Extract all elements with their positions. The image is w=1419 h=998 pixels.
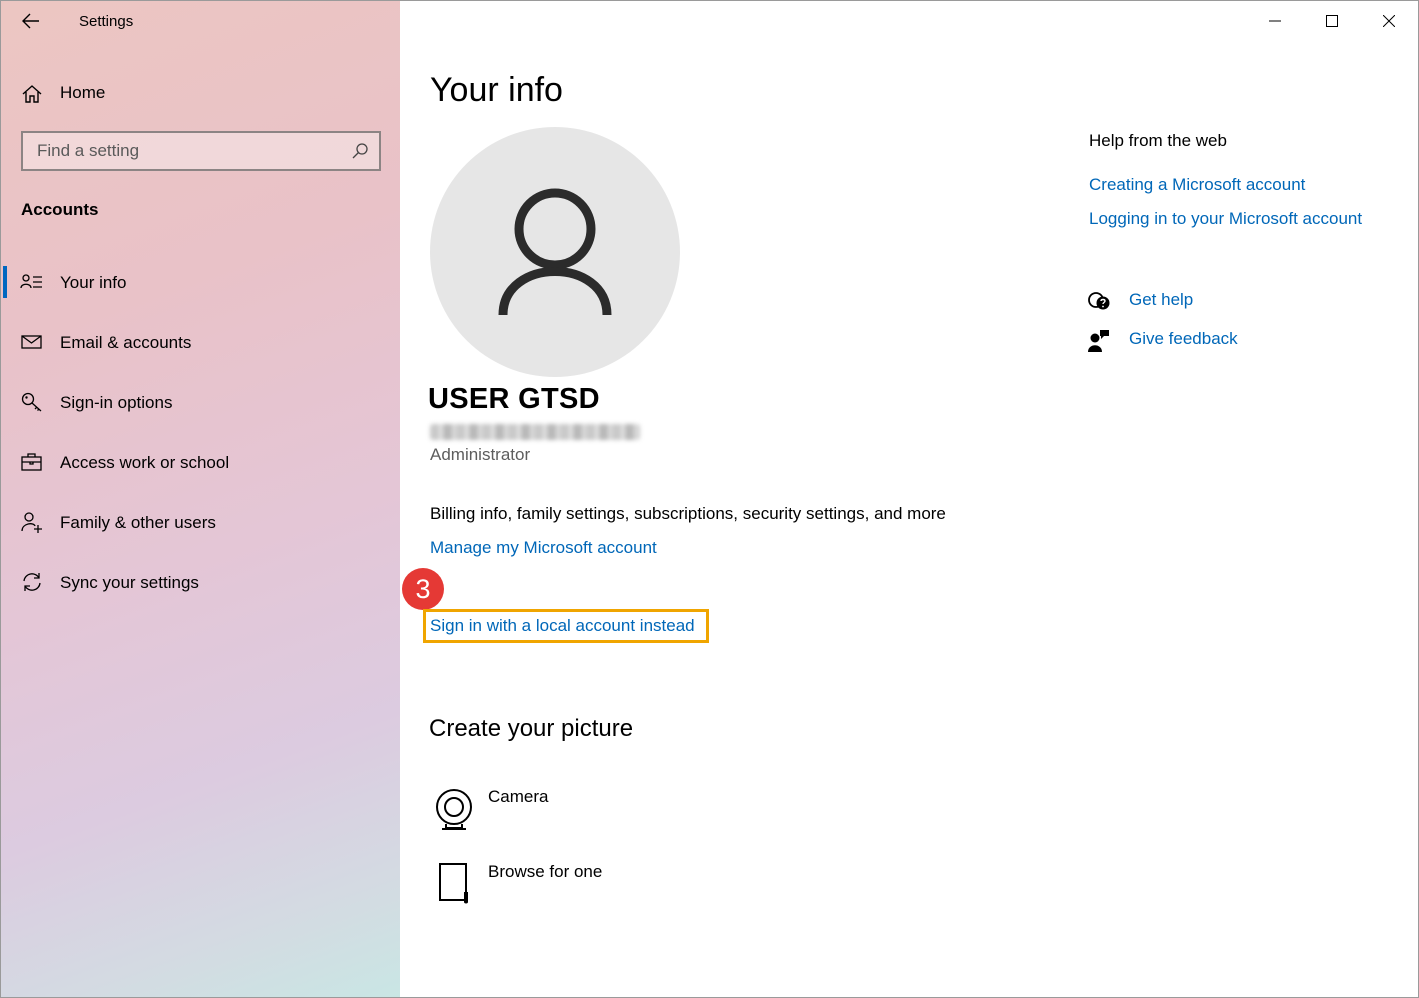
manage-account-link[interactable]: Manage my Microsoft account — [430, 538, 657, 558]
back-arrow-icon — [22, 13, 39, 29]
help-title: Help from the web — [1089, 131, 1227, 150]
close-icon — [1383, 15, 1395, 27]
search-box[interactable] — [21, 131, 381, 171]
page-title: Your info — [430, 71, 563, 109]
webcam-icon — [436, 789, 472, 830]
sidebar-item-sync-settings[interactable]: Sync your settings — [1, 560, 401, 604]
search-input[interactable] — [23, 133, 343, 169]
browse-option[interactable]: Browse for one — [430, 862, 730, 918]
get-help-link[interactable]: Get help — [1129, 290, 1193, 310]
sidebar-item-label: Sync your settings — [60, 573, 199, 592]
sidebar-item-your-info[interactable]: Your info — [1, 260, 401, 304]
contact-info-icon — [20, 274, 42, 289]
document-icon — [439, 863, 468, 904]
key-icon — [21, 392, 42, 412]
camera-label: Camera — [488, 787, 549, 806]
close-button[interactable] — [1366, 7, 1412, 35]
briefcase-icon — [21, 453, 42, 471]
back-button[interactable] — [15, 7, 47, 35]
nav-home[interactable]: Home — [1, 73, 401, 113]
sidebar: Settings Home Accounts Your info Email &… — [0, 0, 400, 998]
nav-home-label: Home — [60, 83, 106, 102]
local-account-link[interactable]: Sign in with a local account instead — [430, 616, 695, 636]
main-content: Your info USER GTSD Administrator Billin… — [400, 0, 1419, 998]
create-picture-title: Create your picture — [429, 715, 634, 742]
billing-description: Billing info, family settings, subscript… — [430, 504, 946, 523]
search-icon — [352, 143, 368, 159]
give-feedback-row[interactable]: Give feedback — [1087, 327, 1387, 355]
sidebar-item-family-other-users[interactable]: Family & other users — [1, 500, 401, 544]
give-feedback-link[interactable]: Give feedback — [1129, 329, 1238, 349]
maximize-icon — [1326, 15, 1338, 27]
person-icon — [498, 188, 612, 316]
user-name: USER GTSD — [428, 383, 600, 415]
sidebar-item-label: Sign-in options — [60, 393, 173, 412]
sidebar-item-label: Family & other users — [60, 513, 216, 532]
home-icon — [22, 85, 42, 103]
sidebar-item-label: Access work or school — [60, 453, 230, 472]
feedback-icon — [1088, 330, 1109, 352]
get-help-row[interactable]: Get help — [1087, 288, 1387, 316]
camera-option[interactable]: Camera — [430, 787, 730, 843]
avatar — [430, 127, 680, 377]
sync-icon — [23, 573, 41, 591]
minimize-icon — [1269, 20, 1281, 22]
maximize-button[interactable] — [1309, 7, 1355, 35]
sidebar-item-label: Your info — [60, 273, 127, 292]
redacted-email — [430, 424, 640, 440]
browse-label: Browse for one — [488, 862, 603, 881]
title-bar: Settings — [1, 1, 401, 41]
user-role: Administrator — [430, 445, 531, 464]
add-person-icon — [21, 512, 42, 533]
sidebar-item-access-work-school[interactable]: Access work or school — [1, 440, 401, 484]
minimize-button[interactable] — [1252, 7, 1298, 35]
app-title: Settings — [79, 13, 134, 30]
sidebar-item-sign-in-options[interactable]: Sign-in options — [1, 380, 401, 424]
mail-icon — [21, 335, 42, 349]
section-label: Accounts — [21, 200, 99, 219]
chat-help-icon — [1088, 292, 1110, 310]
step-badge: 3 — [402, 568, 444, 610]
help-link-creating-account[interactable]: Creating a Microsoft account — [1089, 175, 1305, 195]
sidebar-item-email-accounts[interactable]: Email & accounts — [1, 320, 401, 364]
help-link-logging-in[interactable]: Logging in to your Microsoft account — [1089, 209, 1362, 229]
sidebar-item-label: Email & accounts — [60, 333, 192, 352]
